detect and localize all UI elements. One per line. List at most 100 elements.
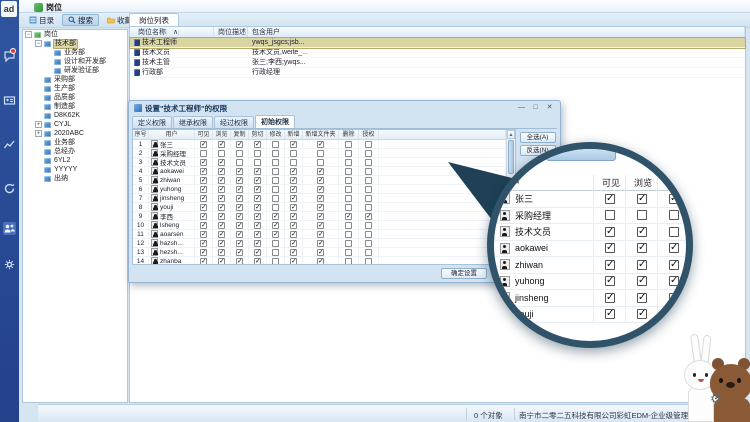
permission-checkbox[interactable] [272,222,279,229]
permission-checkbox[interactable] [236,168,243,175]
permission-checkbox[interactable] [272,204,279,211]
permission-checkbox[interactable] [254,186,261,193]
permission-checkbox[interactable] [236,222,243,229]
permission-checkbox[interactable] [317,141,324,148]
permission-checkbox[interactable] [290,240,297,247]
permission-checkbox[interactable] [345,213,352,220]
permission-checkbox[interactable] [218,159,225,166]
sync-icon[interactable] [3,182,16,195]
permission-checkbox[interactable] [200,249,207,256]
tree-item[interactable]: 业务部 [23,138,127,147]
positions-list-tab[interactable]: 岗位列表 [129,13,179,26]
permission-checkbox[interactable] [254,249,261,256]
permission-checkbox[interactable] [317,177,324,184]
permission-checkbox[interactable] [345,150,352,157]
permission-checkbox[interactable] [290,150,297,157]
dialog-title-bar[interactable]: 设置"技术工程师"的权限 — □ ✕ [129,101,560,115]
permission-checkbox[interactable] [365,231,372,238]
permission-checkbox[interactable] [365,195,372,202]
column-included-users[interactable]: 包含用户 [248,27,745,37]
permission-checkbox[interactable] [317,186,324,193]
expand-icon[interactable]: + [35,130,42,137]
permission-checkbox[interactable] [345,186,352,193]
position-row[interactable]: 行政部行政经理 [130,68,745,78]
permission-checkbox[interactable] [317,231,324,238]
permission-checkbox[interactable] [236,249,243,256]
tree-item[interactable]: −技术部 [23,39,127,48]
mascot-widget[interactable]: ⚙ [670,334,750,422]
permission-checkbox[interactable] [317,204,324,211]
permission-checkbox[interactable] [218,258,225,265]
permission-checkbox[interactable] [218,150,225,157]
dialog-tab-2[interactable]: 经过权限 [214,116,254,128]
permission-checkbox[interactable] [345,177,352,184]
column-position-name[interactable]: 岗位名称∧ [130,27,214,37]
gear-icon[interactable] [3,258,16,271]
expand-icon[interactable]: + [35,121,42,128]
permission-checkbox[interactable] [236,213,243,220]
permission-checkbox[interactable] [200,159,207,166]
permission-checkbox[interactable] [365,204,372,211]
tree-item[interactable]: YYYYY [23,165,127,174]
permission-checkbox[interactable] [365,222,372,229]
permission-checkbox[interactable] [317,213,324,220]
permission-checkbox[interactable] [272,150,279,157]
permission-checkbox[interactable] [254,258,261,265]
permission-checkbox[interactable] [290,141,297,148]
permission-checkbox[interactable] [272,258,279,265]
permission-checkbox[interactable] [254,168,261,175]
permission-checkbox[interactable] [272,213,279,220]
permission-checkbox[interactable] [345,231,352,238]
permission-checkbox[interactable] [200,177,207,184]
confirm-settings-button[interactable]: 确定设置 [441,268,487,279]
permission-checkbox[interactable] [317,258,324,265]
permission-checkbox[interactable] [365,213,372,220]
permission-checkbox[interactable] [365,159,372,166]
permission-checkbox[interactable] [365,249,372,256]
permission-checkbox[interactable] [236,240,243,247]
permission-checkbox[interactable] [218,204,225,211]
permission-checkbox[interactable] [218,222,225,229]
permission-checkbox[interactable] [272,249,279,256]
permission-checkbox[interactable] [200,240,207,247]
permission-checkbox[interactable] [345,249,352,256]
permission-checkbox[interactable] [290,258,297,265]
app-logo[interactable]: ad [1,1,17,17]
line-chart-icon[interactable] [3,138,16,151]
page-tab-positions[interactable]: 岗位 [28,1,68,13]
permission-checkbox[interactable] [254,231,261,238]
positions-table-header[interactable]: 岗位名称∧ 岗位描述 包含用户 [130,27,745,38]
permission-checkbox[interactable] [254,195,261,202]
permission-checkbox[interactable] [290,195,297,202]
position-row[interactable]: 技术工程师ywqs_jsgcs;jsb... [130,38,745,48]
permission-checkbox[interactable] [290,222,297,229]
permission-row[interactable]: 14zhanba [133,257,506,264]
tree-item[interactable]: 6YL2 [23,156,127,165]
permission-checkbox[interactable] [218,240,225,247]
permission-checkbox[interactable] [272,231,279,238]
permission-checkbox[interactable] [236,231,243,238]
permission-checkbox[interactable] [254,213,261,220]
permission-checkbox[interactable] [218,177,225,184]
permission-checkbox[interactable] [317,222,324,229]
permission-checkbox[interactable] [218,168,225,175]
permission-checkbox[interactable] [317,150,324,157]
tree-item[interactable]: 制造部 [23,102,127,111]
permission-checkbox[interactable] [365,168,372,175]
search-button[interactable]: 搜索 [62,14,99,26]
permission-checkbox[interactable] [345,141,352,148]
collapse-icon[interactable]: − [25,31,32,38]
permission-checkbox[interactable] [218,195,225,202]
permission-checkbox[interactable] [290,186,297,193]
permission-checkbox[interactable] [200,213,207,220]
permission-checkbox[interactable] [272,240,279,247]
tree-item[interactable]: 业务部 [23,48,127,57]
permission-checkbox[interactable] [365,141,372,148]
permission-checkbox[interactable] [218,231,225,238]
permission-checkbox[interactable] [200,168,207,175]
permission-checkbox[interactable] [345,195,352,202]
column-position-desc[interactable]: 岗位描述 [214,27,248,37]
permission-checkbox[interactable] [236,204,243,211]
position-row[interactable]: 技术主管张三;李西;ywqs... [130,58,745,68]
permission-checkbox[interactable] [317,249,324,256]
